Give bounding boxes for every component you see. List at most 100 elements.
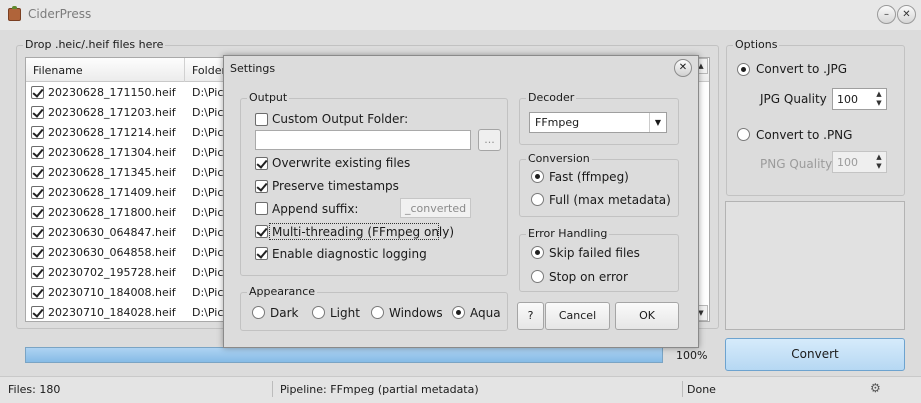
diagnostic-label: Enable diagnostic logging (272, 247, 427, 261)
row-filename: 20230628_171345.heif (48, 166, 176, 179)
row-checkbox[interactable] (31, 106, 44, 119)
spin-up-icon: ▲ (876, 153, 882, 161)
appearance-light-radio[interactable] (312, 306, 325, 319)
help-button[interactable]: ? (517, 302, 544, 330)
jpg-quality-value: 100 (837, 93, 858, 106)
convert-png-label: Convert to .PNG (756, 128, 853, 142)
row-folder: D:\Pic (192, 86, 224, 99)
row-filename: 20230630_064858.heif (48, 246, 176, 259)
row-folder: D:\Pic (192, 146, 224, 159)
row-checkbox[interactable] (31, 266, 44, 279)
spin-down-icon[interactable]: ▼ (873, 99, 885, 108)
row-filename: 20230630_064847.heif (48, 226, 176, 239)
chevron-down-icon[interactable]: ▼ (649, 113, 666, 132)
row-filename: 20230710_184008.heif (48, 286, 176, 299)
decoder-select[interactable]: FFmpeg ▼ (529, 112, 667, 133)
row-checkbox[interactable] (31, 306, 44, 319)
multithreading-label: Multi-threading (FFmpeg only) (272, 225, 455, 239)
row-filename: 20230628_171150.heif (48, 86, 176, 99)
row-checkbox[interactable] (31, 286, 44, 299)
row-filename: 20230628_171214.heif (48, 126, 176, 139)
row-folder: D:\Pic (192, 166, 224, 179)
skip-failed-radio[interactable] (531, 246, 544, 259)
settings-title: Settings (230, 62, 276, 75)
status-separator (272, 381, 273, 397)
browse-button[interactable]: ... (478, 129, 501, 151)
status-separator (682, 381, 683, 397)
row-folder: D:\Pic (192, 126, 224, 139)
spin-up-icon[interactable]: ▲ (873, 90, 885, 99)
spin-down-icon: ▼ (876, 162, 882, 170)
row-checkbox[interactable] (31, 86, 44, 99)
row-filename: 20230628_171203.heif (48, 106, 176, 119)
close-button[interactable]: ✕ (897, 5, 916, 24)
row-folder: D:\Pic (192, 306, 224, 319)
conversion-fast-radio[interactable] (531, 170, 544, 183)
progress-fill (26, 348, 662, 362)
appearance-windows-radio[interactable] (371, 306, 384, 319)
row-checkbox[interactable] (31, 226, 44, 239)
ok-button[interactable]: OK (615, 302, 679, 330)
stop-on-error-radio[interactable] (531, 270, 544, 283)
custom-folder-checkbox[interactable] (255, 113, 268, 126)
preserve-timestamps-checkbox[interactable] (255, 180, 268, 193)
progress-percent: 100% (676, 349, 708, 362)
suffix-value: _converted (405, 202, 467, 215)
convert-jpg-radio[interactable] (737, 63, 750, 76)
conversion-full-label: Full (max metadata) (549, 193, 671, 207)
diagnostic-checkbox[interactable] (255, 247, 268, 260)
appearance-aqua-radio[interactable] (452, 306, 465, 319)
jpg-quality-spinner[interactable]: 100 ▲ ▼ (832, 88, 887, 110)
status-files: Files: 180 (8, 383, 61, 396)
row-checkbox[interactable] (31, 146, 44, 159)
column-divider[interactable] (184, 58, 185, 82)
appearance-windows-label: Windows (389, 306, 443, 320)
row-folder: D:\Pic (192, 186, 224, 199)
output-label: Output (247, 91, 290, 104)
output-folder-input[interactable] (255, 130, 471, 150)
convert-button[interactable]: Convert (725, 338, 905, 371)
options-label: Options (733, 38, 780, 51)
appearance-aqua-label: Aqua (470, 306, 501, 320)
title-bar: CiderPress – ✕ (0, 0, 921, 30)
appearance-dark-label: Dark (270, 306, 299, 320)
append-suffix-label: Append suffix: (272, 202, 359, 216)
convert-jpg-label: Convert to .JPG (756, 62, 848, 76)
error-handling-label: Error Handling (526, 227, 610, 240)
column-header-filename[interactable]: Filename (33, 64, 83, 77)
cancel-button[interactable]: Cancel (545, 302, 610, 330)
row-folder: D:\Pic (192, 206, 224, 219)
png-quality-label: PNG Quality (760, 157, 833, 171)
status-pipeline: Pipeline: FFmpeg (partial metadata) (280, 383, 479, 396)
conversion-full-radio[interactable] (531, 193, 544, 206)
row-checkbox[interactable] (31, 126, 44, 139)
custom-folder-label: Custom Output Folder: (272, 112, 409, 126)
preview-panel (725, 201, 905, 330)
dialog-close-icon[interactable]: ✕ (674, 59, 692, 77)
overwrite-checkbox[interactable] (255, 157, 268, 170)
row-checkbox[interactable] (31, 246, 44, 259)
row-folder: D:\Pic (192, 226, 224, 239)
row-filename: 20230628_171304.heif (48, 146, 176, 159)
column-header-folder[interactable]: Folder (192, 64, 226, 77)
minimize-button[interactable]: – (877, 5, 896, 24)
row-folder: D:\Pic (192, 286, 224, 299)
status-state: Done (687, 383, 716, 396)
row-checkbox[interactable] (31, 186, 44, 199)
row-folder: D:\Pic (192, 266, 224, 279)
decoder-value: FFmpeg (535, 116, 580, 129)
conversion-group: Conversion (519, 152, 679, 217)
png-quality-value: 100 (837, 156, 858, 169)
multithreading-checkbox[interactable] (255, 225, 268, 238)
row-checkbox[interactable] (31, 166, 44, 179)
resize-grip-icon[interactable]: ⚙ (870, 381, 881, 395)
conversion-fast-label: Fast (ffmpeg) (549, 170, 629, 184)
preserve-timestamps-label: Preserve timestamps (272, 179, 399, 193)
window-title: CiderPress (28, 7, 92, 21)
row-checkbox[interactable] (31, 206, 44, 219)
stop-on-error-label: Stop on error (549, 270, 628, 284)
convert-png-radio[interactable] (737, 128, 750, 141)
append-suffix-checkbox[interactable] (255, 202, 268, 215)
appearance-label: Appearance (247, 285, 318, 298)
appearance-dark-radio[interactable] (252, 306, 265, 319)
